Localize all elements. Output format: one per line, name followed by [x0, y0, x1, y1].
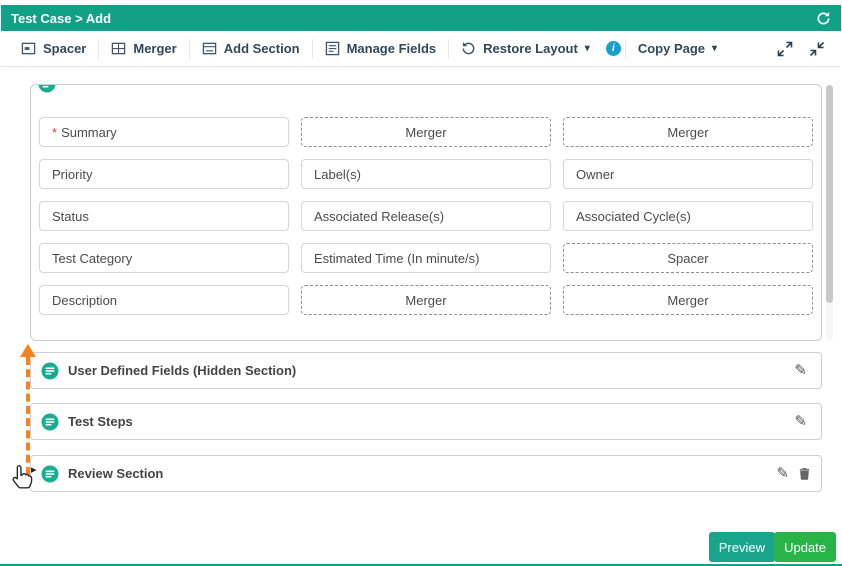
merger-icon: [111, 41, 126, 56]
section-icon: [41, 465, 59, 483]
scrollbar-thumb[interactable]: [826, 85, 833, 303]
cell-label: Merger: [405, 124, 447, 140]
delete-icon[interactable]: [799, 467, 810, 480]
manage-fields-button-label: Manage Fields: [346, 41, 437, 56]
section-label: User Defined Fields (Hidden Section): [68, 363, 297, 378]
restore-layout-icon: [461, 41, 476, 56]
layout-panel: * Summary Merger Merger Priority Label(s)…: [30, 84, 822, 341]
field-priority[interactable]: Priority: [39, 159, 289, 189]
field-label: Status: [52, 208, 89, 224]
merger-cell[interactable]: Merger: [563, 285, 813, 315]
field-label: Priority: [52, 166, 93, 182]
test-case-layout-editor: Test Case > Add Spacer Merger Add Sectio…: [0, 0, 842, 566]
field-labels[interactable]: Label(s): [301, 159, 551, 189]
edit-icon[interactable]: ✎: [776, 466, 789, 481]
section-icon-clipped: [38, 85, 56, 93]
collapse-icon[interactable]: [809, 41, 825, 57]
cell-label: Merger: [667, 292, 709, 308]
page-title: Test Case > Add: [11, 10, 112, 26]
section-label: Test Steps: [68, 414, 133, 429]
refresh-icon[interactable]: [816, 11, 831, 26]
field-description[interactable]: Description: [39, 285, 289, 315]
section-icon: [41, 413, 59, 431]
field-status[interactable]: Status: [39, 201, 289, 231]
section-review-section[interactable]: Review Section ✎: [30, 455, 822, 492]
section-test-steps[interactable]: Test Steps ✎: [30, 403, 822, 440]
title-bar: Test Case > Add: [1, 5, 841, 31]
preview-button[interactable]: Preview: [708, 532, 775, 562]
manage-fields-icon: [325, 41, 340, 56]
add-section-button[interactable]: Add Section: [190, 37, 312, 61]
toolbar: Spacer Merger Add Section Manage Fields: [1, 31, 841, 67]
field-label: Label(s): [314, 166, 361, 182]
field-owner[interactable]: Owner: [563, 159, 813, 189]
manage-fields-button[interactable]: Manage Fields: [313, 37, 449, 61]
field-label: Description: [52, 292, 118, 308]
cell-label: Merger: [405, 292, 447, 308]
required-marker: *: [52, 124, 58, 140]
section-icon: [41, 362, 59, 380]
merger-cell[interactable]: Merger: [301, 285, 551, 315]
field-summary[interactable]: * Summary: [39, 117, 289, 147]
drag-arrow-head-icon: [20, 344, 36, 357]
copy-page-button-label: Copy Page: [637, 41, 706, 56]
edit-icon[interactable]: ✎: [794, 414, 807, 429]
hand-cursor-icon: [8, 462, 38, 497]
field-label: Test Category: [52, 250, 133, 266]
info-icon[interactable]: i: [605, 41, 621, 56]
merger-cell[interactable]: Merger: [563, 117, 813, 147]
add-section-button-label: Add Section: [223, 41, 300, 56]
add-section-icon: [202, 41, 217, 56]
merger-button-label: Merger: [133, 41, 177, 56]
merger-cell[interactable]: Merger: [301, 117, 551, 147]
field-test-category[interactable]: Test Category: [39, 243, 289, 273]
section-label: Review Section: [68, 466, 164, 481]
scrollbar-track[interactable]: [826, 85, 833, 340]
field-label: Owner: [576, 166, 615, 182]
expand-icon[interactable]: [777, 41, 793, 57]
spacer-button-label: Spacer: [43, 41, 87, 56]
toolbar-right: [777, 41, 833, 57]
field-associated-releases[interactable]: Associated Release(s): [301, 201, 551, 231]
chevron-down-icon: ▾: [584, 43, 590, 54]
field-label: Associated Cycle(s): [576, 208, 691, 224]
drag-arrow-line: [26, 357, 30, 475]
edit-icon[interactable]: ✎: [794, 363, 807, 378]
restore-layout-button-label: Restore Layout: [483, 41, 578, 56]
field-estimated-time[interactable]: Estimated Time (In minute/s): [301, 243, 551, 273]
cell-label: Spacer: [667, 250, 709, 266]
field-label: Associated Release(s): [314, 208, 445, 224]
spacer-button[interactable]: Spacer: [9, 37, 98, 61]
restore-layout-button[interactable]: Restore Layout ▾: [449, 37, 602, 61]
copy-page-button[interactable]: Copy Page ▾: [626, 37, 729, 61]
spacer-icon: [21, 41, 36, 56]
cell-label: Merger: [667, 124, 709, 140]
field-label: Estimated Time (In minute/s): [314, 250, 480, 266]
spacer-cell[interactable]: Spacer: [563, 243, 813, 273]
field-label: Summary: [61, 124, 117, 140]
chevron-down-icon: ▾: [712, 43, 718, 54]
section-user-defined-fields[interactable]: User Defined Fields (Hidden Section) ✎: [30, 352, 822, 389]
merger-button[interactable]: Merger: [99, 37, 188, 61]
update-button[interactable]: Update: [774, 532, 836, 562]
field-associated-cycles[interactable]: Associated Cycle(s): [563, 201, 813, 231]
field-grid: * Summary Merger Merger Priority Label(s)…: [39, 117, 813, 315]
